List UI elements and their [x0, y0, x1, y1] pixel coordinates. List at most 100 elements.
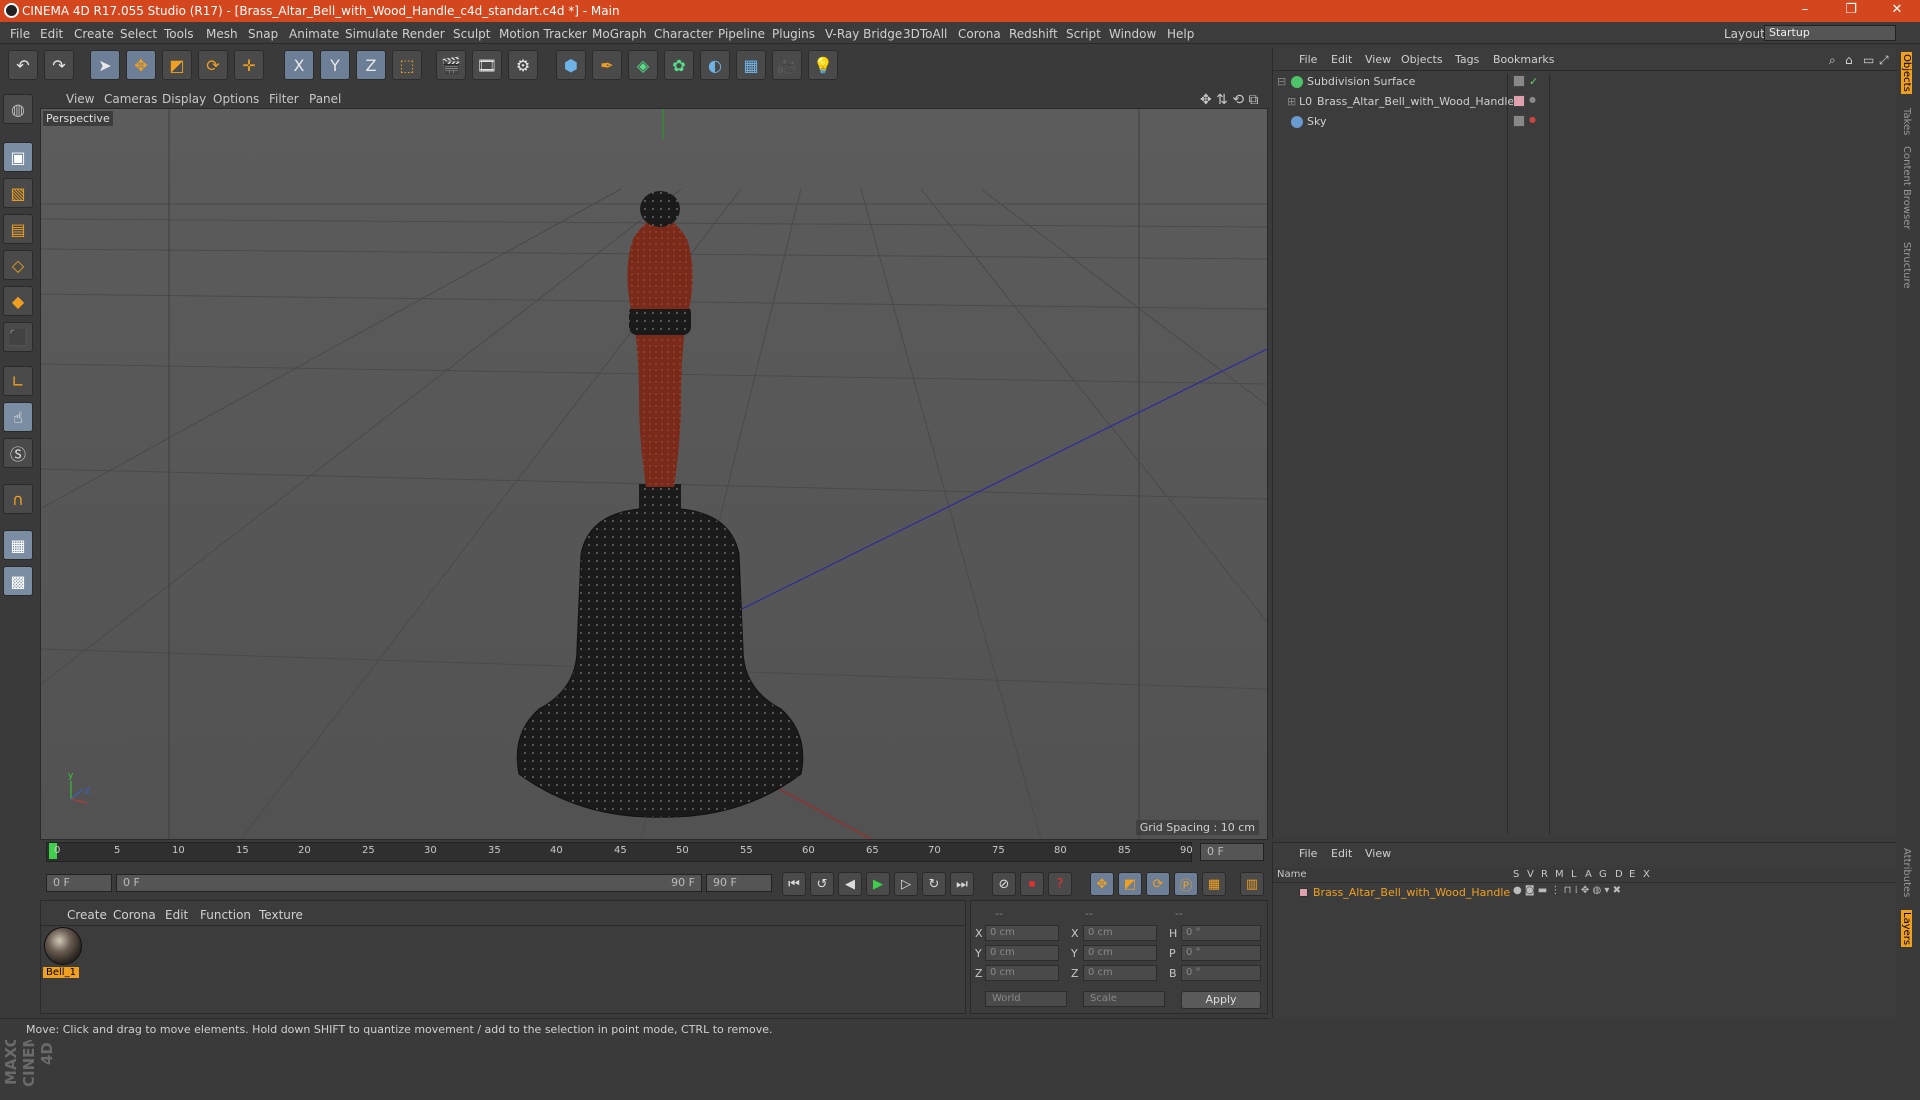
- viewport-nav-icons[interactable]: ✥ ⇅ ⟲ ⧉: [1200, 92, 1259, 108]
- key-position-icon[interactable]: ✥: [1090, 872, 1114, 896]
- tab-takes[interactable]: Takes: [1901, 108, 1912, 135]
- magnet-icon[interactable]: ∩: [3, 484, 33, 514]
- viewport-menu-panel[interactable]: Panel: [309, 92, 341, 106]
- menu-motion-tracker[interactable]: Motion Tracker: [499, 27, 587, 41]
- expand-icon[interactable]: ⊞: [1287, 95, 1296, 108]
- transform-tool-icon[interactable]: ✛: [234, 50, 264, 80]
- rotation-p-field[interactable]: 0 °: [1181, 945, 1261, 961]
- workplane-lock-icon[interactable]: ▦: [3, 530, 33, 560]
- cube-primitive-icon[interactable]: ⬢: [556, 50, 586, 80]
- menu-simulate[interactable]: Simulate: [345, 27, 398, 41]
- edges-mode-icon[interactable]: ◆: [3, 286, 33, 316]
- make-editable-icon[interactable]: ◍: [3, 94, 33, 124]
- size-z-field[interactable]: 0 cm: [1083, 965, 1157, 981]
- menu-mograph[interactable]: MoGraph: [592, 27, 647, 41]
- material-menu-function[interactable]: Function: [200, 908, 251, 922]
- next-frame-icon[interactable]: ▷: [894, 872, 918, 896]
- menu-sculpt[interactable]: Sculpt: [453, 27, 490, 41]
- previous-key-icon[interactable]: ↺: [810, 872, 834, 896]
- column-generators[interactable]: G: [1599, 869, 1607, 880]
- menu-edit[interactable]: Edit: [40, 27, 63, 41]
- rotate-tool-icon[interactable]: ⟳: [198, 50, 228, 80]
- position-z-field[interactable]: 0 cm: [985, 965, 1059, 981]
- texture-mode-icon[interactable]: ▧: [3, 178, 33, 208]
- material-name-label[interactable]: Bell_1: [43, 967, 79, 978]
- collapse-icon[interactable]: ⊟: [1277, 75, 1286, 88]
- menu-animate[interactable]: Animate: [289, 27, 339, 41]
- objects-menu-objects[interactable]: Objects: [1401, 53, 1443, 66]
- object-name[interactable]: Brass_Altar_Bell_with_Wood_Handle: [1317, 95, 1514, 108]
- coordinate-system-icon[interactable]: ⬚: [392, 50, 422, 80]
- rotation-h-field[interactable]: 0 °: [1181, 925, 1261, 941]
- key-scale-icon[interactable]: ◩: [1118, 872, 1142, 896]
- column-expressions[interactable]: E: [1629, 869, 1635, 880]
- viewport-menu-options[interactable]: Options: [213, 92, 259, 106]
- tab-attributes[interactable]: Attributes: [1901, 848, 1912, 897]
- viewport-menu-cameras[interactable]: Cameras: [104, 92, 157, 106]
- key-parameter-icon[interactable]: Ⓟ: [1174, 872, 1198, 896]
- column-manager[interactable]: M: [1555, 869, 1564, 880]
- menu-help[interactable]: Help: [1167, 27, 1194, 41]
- home-icon[interactable]: ⌂: [1845, 53, 1853, 67]
- column-view[interactable]: V: [1527, 869, 1534, 880]
- menu-plugins[interactable]: Plugins: [772, 27, 815, 41]
- tweak-mode-icon[interactable]: ☝: [3, 402, 33, 432]
- new-window-icon[interactable]: ▭: [1863, 53, 1874, 67]
- menu-tools[interactable]: Tools: [164, 27, 194, 41]
- render-view-icon[interactable]: 🎬: [436, 50, 466, 80]
- tab-structure[interactable]: Structure: [1901, 242, 1912, 289]
- material-thumbnail[interactable]: [44, 927, 82, 965]
- object-name[interactable]: Sky: [1307, 115, 1326, 128]
- material-menu-texture[interactable]: Texture: [259, 908, 303, 922]
- close-button[interactable]: ✕: [1874, 0, 1920, 22]
- scale-tool-icon[interactable]: ◩: [162, 50, 192, 80]
- tab-layers[interactable]: Layers: [1901, 910, 1912, 948]
- layer-toggle-icons[interactable]: ● ◙ ▬ ⋮ ⊓ ⁞ ✥ ◍ ▾ ✖: [1513, 885, 1621, 896]
- undo-icon[interactable]: ↶: [8, 50, 38, 80]
- keyframe-selection-icon[interactable]: ?: [1048, 872, 1072, 896]
- column-render[interactable]: R: [1541, 869, 1548, 880]
- preview-range-slider[interactable]: 0 F 90 F: [116, 874, 702, 892]
- record-keys-icon[interactable]: ⊘: [992, 872, 1016, 896]
- rotation-b-field[interactable]: 0 °: [1181, 965, 1261, 981]
- render-settings-icon[interactable]: ⚙: [508, 50, 538, 80]
- move-tool-icon[interactable]: ✥: [126, 50, 156, 80]
- viewport-menu-view[interactable]: View: [66, 92, 94, 106]
- go-to-start-icon[interactable]: ⏮: [782, 872, 806, 896]
- column-xrefs[interactable]: X: [1643, 869, 1650, 880]
- objects-menu-view[interactable]: View: [1365, 53, 1391, 66]
- key-rotation-icon[interactable]: ⟳: [1146, 872, 1170, 896]
- viewport-menu-filter[interactable]: Filter: [269, 92, 299, 106]
- coordinate-space-select[interactable]: World: [985, 991, 1067, 1007]
- previous-frame-icon[interactable]: ◀: [838, 872, 862, 896]
- select-tool-icon[interactable]: ➤: [90, 50, 120, 80]
- grid-snap-icon[interactable]: ▩: [3, 566, 33, 596]
- start-frame-field[interactable]: 0 F: [46, 874, 112, 892]
- layer-tag-icon[interactable]: [1513, 75, 1525, 87]
- axis-z-button[interactable]: Z: [356, 50, 386, 80]
- polygons-mode-icon[interactable]: ⬛: [3, 322, 33, 352]
- column-deformers[interactable]: D: [1615, 869, 1623, 880]
- object-row-sky[interactable]: Sky ●: [1273, 112, 1897, 132]
- column-solo[interactable]: S: [1513, 869, 1519, 880]
- minimize-button[interactable]: –: [1782, 0, 1828, 22]
- menu-snap[interactable]: Snap: [248, 27, 278, 41]
- menu-3dtoall[interactable]: 3DToAll: [903, 27, 947, 41]
- redo-icon[interactable]: ↷: [44, 50, 74, 80]
- viewport-menu-display[interactable]: Display: [162, 92, 206, 106]
- menu-redshift[interactable]: Redshift: [1009, 27, 1058, 41]
- coordinate-mode-select[interactable]: Scale: [1083, 991, 1165, 1007]
- workplane-mode-icon[interactable]: ▤: [3, 214, 33, 244]
- restore-button[interactable]: ❐: [1828, 0, 1874, 22]
- menu-file[interactable]: File: [10, 27, 30, 41]
- menu-vray-bridge[interactable]: V-Ray Bridge: [825, 27, 902, 41]
- subdivision-surface-icon[interactable]: ◈: [628, 50, 658, 80]
- material-menu-corona[interactable]: Corona: [113, 908, 156, 922]
- tab-objects[interactable]: Objects: [1901, 52, 1912, 94]
- column-locked[interactable]: L: [1571, 869, 1577, 880]
- expand-icon[interactable]: ⤢: [1879, 53, 1889, 68]
- cloner-icon[interactable]: ✿: [664, 50, 694, 80]
- column-animation[interactable]: A: [1585, 869, 1592, 880]
- menu-select[interactable]: Select: [120, 27, 157, 41]
- layers-menu-file[interactable]: File: [1299, 847, 1317, 860]
